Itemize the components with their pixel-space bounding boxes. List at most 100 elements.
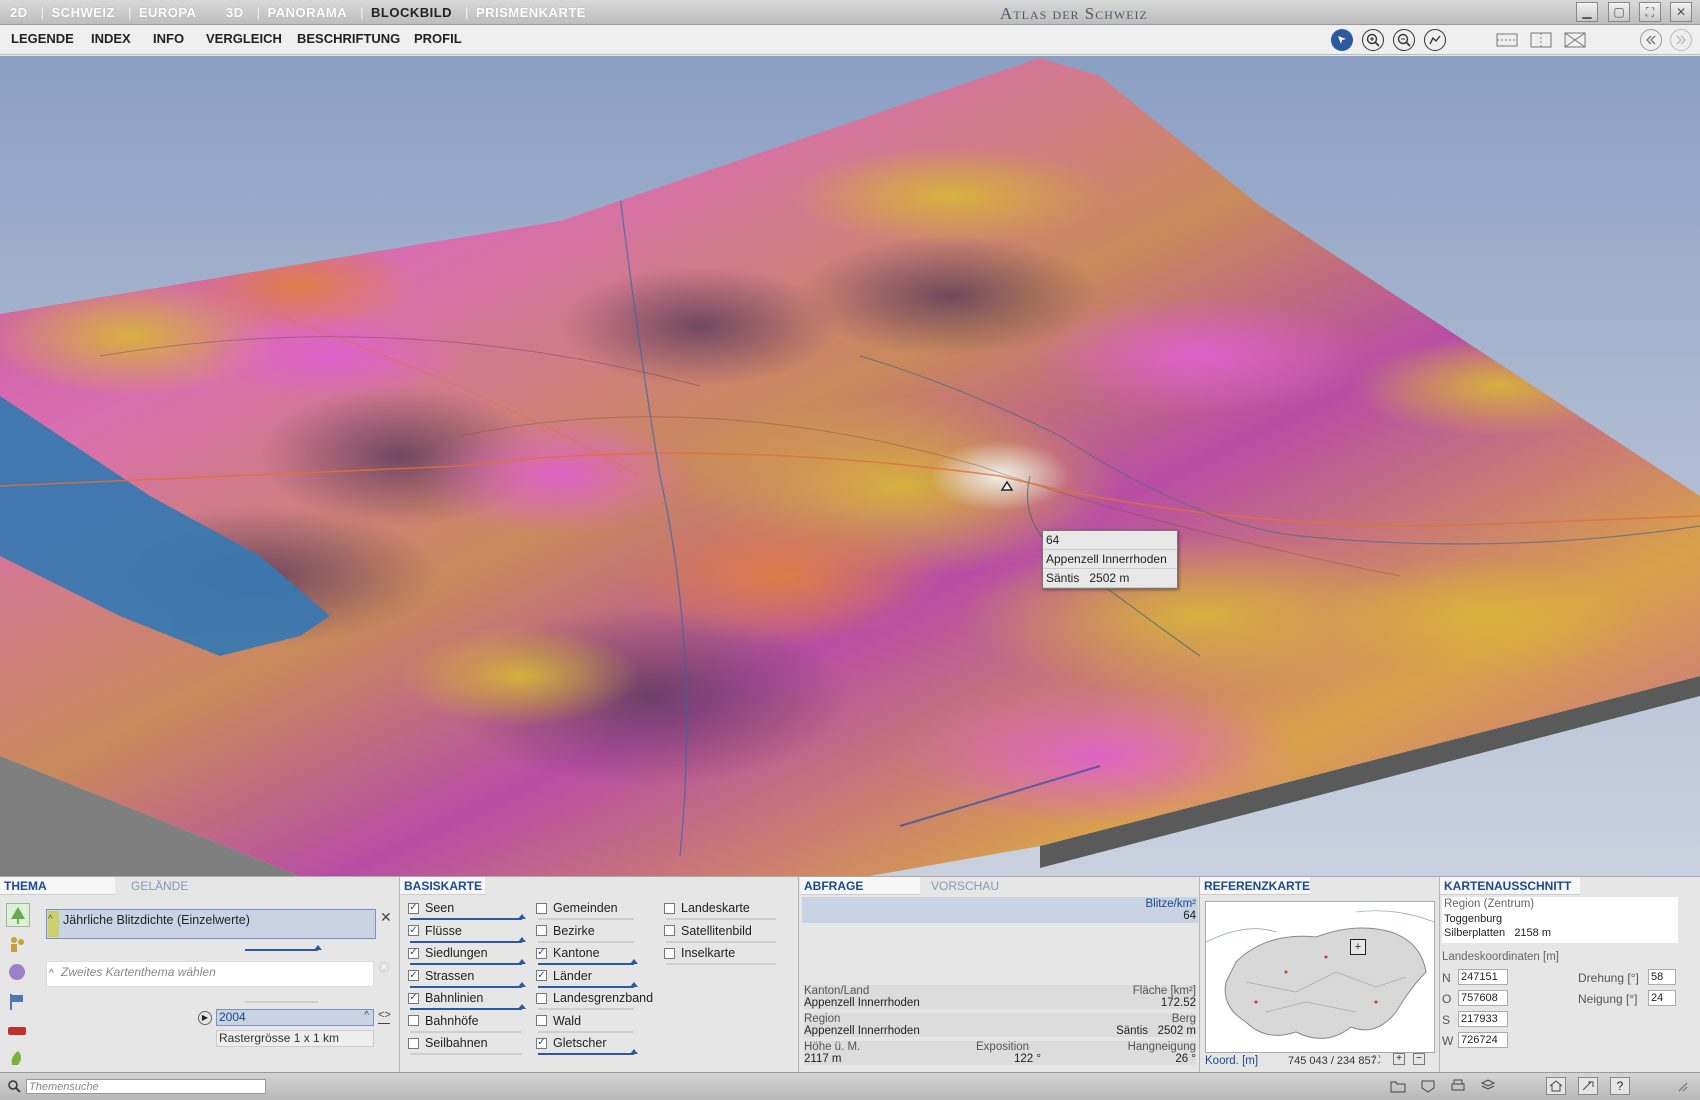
- layer-länder-checkbox[interactable]: ✓ Länder: [536, 969, 592, 983]
- map-extent-indicator[interactable]: +: [1350, 939, 1366, 955]
- layer-opacity-slider[interactable]: [410, 981, 526, 988]
- layer-seilbahnen-checkbox[interactable]: Seilbahnen: [408, 1036, 488, 1050]
- layer-opacity-slider[interactable]: [666, 940, 776, 943]
- layer-opacity-slider[interactable]: [410, 1030, 522, 1033]
- layer-kantone-checkbox[interactable]: ✓ Kantone: [536, 946, 600, 960]
- reference-map[interactable]: +: [1205, 901, 1435, 1053]
- maximize-button[interactable]: ⛶: [1639, 2, 1661, 22]
- society-category-icon[interactable]: [6, 933, 30, 957]
- zoom-in-button[interactable]: [1362, 29, 1384, 51]
- clear-secondary-button[interactable]: ✕: [378, 961, 390, 973]
- home-button[interactable]: [1546, 1077, 1566, 1095]
- layer-opacity-slider[interactable]: [410, 914, 526, 920]
- resize-grip-icon[interactable]: [1672, 1077, 1692, 1095]
- layer-satellitenbild-checkbox[interactable]: Satellitenbild: [664, 924, 752, 938]
- layout-vertical-button[interactable]: [1530, 29, 1552, 51]
- layer-seen-checkbox[interactable]: ✓ Seen: [408, 901, 454, 915]
- layer-landesgrenzband-checkbox[interactable]: Landesgrenzband: [536, 991, 653, 1005]
- tab-abfrage[interactable]: ABFRAGE: [804, 879, 863, 893]
- year-step-button[interactable]: <>: [378, 1009, 391, 1021]
- close-button[interactable]: ✕: [1670, 2, 1692, 22]
- layer-opacity-slider[interactable]: [538, 1049, 638, 1055]
- layer-opacity-slider[interactable]: [538, 1008, 634, 1010]
- view-3d-label[interactable]: 3D: [226, 5, 244, 20]
- menu-vergleich[interactable]: VERGLEICH: [206, 31, 282, 46]
- tab-thema[interactable]: THEMA: [4, 879, 47, 893]
- politics-category-icon[interactable]: [6, 991, 30, 1015]
- layer-gletscher-checkbox[interactable]: ✓ Gletscher: [536, 1036, 607, 1050]
- play-button[interactable]: ▶: [198, 1011, 212, 1025]
- drehung-input[interactable]: 58: [1648, 969, 1676, 985]
- block-diagram-view[interactable]: 64 Appenzell Innerrhoden Säntis 2502 m: [0, 56, 1700, 876]
- layer-opacity-slider[interactable]: [410, 1053, 522, 1055]
- view-europa-button[interactable]: EUROPA: [139, 5, 197, 20]
- layout-single-button[interactable]: [1564, 29, 1586, 51]
- help-button[interactable]: ?: [1610, 1077, 1630, 1095]
- energy-category-icon[interactable]: [6, 1047, 30, 1071]
- minimize-button[interactable]: ▁: [1576, 2, 1598, 22]
- layer-bahnhöfe-checkbox[interactable]: Bahnhöfe: [408, 1014, 479, 1028]
- view-prismenkarte-button[interactable]: PRISMENKARTE: [476, 5, 586, 20]
- export-button[interactable]: [1478, 1077, 1498, 1095]
- layer-inselkarte-checkbox[interactable]: Inselkarte: [664, 946, 735, 960]
- ref-zoom-in-button[interactable]: +: [1393, 1053, 1405, 1065]
- layer-opacity-slider[interactable]: [410, 1004, 526, 1010]
- s-input[interactable]: 217933: [1458, 1011, 1508, 1027]
- open-folder-button[interactable]: [1388, 1077, 1408, 1095]
- layer-wald-checkbox[interactable]: Wald: [536, 1014, 581, 1028]
- zoom-out-button[interactable]: [1393, 29, 1415, 51]
- layer-landeskarte-checkbox[interactable]: Landeskarte: [664, 901, 750, 915]
- layer-bezirke-checkbox[interactable]: Bezirke: [536, 924, 595, 938]
- view-blockbild-button[interactable]: BLOCKBILD: [371, 5, 452, 20]
- year-selector[interactable]: 2004 ^: [216, 1009, 374, 1026]
- layer-opacity-slider[interactable]: [538, 959, 638, 965]
- layer-opacity-slider[interactable]: [538, 940, 634, 943]
- layer-opacity-slider[interactable]: [538, 1030, 634, 1033]
- profile-tool-button[interactable]: [1424, 29, 1446, 51]
- menu-info[interactable]: INFO: [153, 31, 184, 46]
- settings-button[interactable]: [1578, 1077, 1598, 1095]
- primary-theme-field[interactable]: ^ Jährliche Blitzdichte (Einzelwerte): [46, 909, 376, 939]
- back-button[interactable]: [1640, 29, 1662, 51]
- layer-opacity-slider[interactable]: [666, 918, 776, 920]
- layout-horizontal-button[interactable]: [1496, 29, 1518, 51]
- o-input[interactable]: 757608: [1458, 990, 1508, 1006]
- layer-opacity-slider[interactable]: [410, 936, 526, 943]
- nature-category-icon[interactable]: [6, 903, 30, 927]
- themensuche-input[interactable]: Themensuche: [26, 1079, 266, 1094]
- layer-strassen-checkbox[interactable]: ✓ Strassen: [408, 969, 474, 983]
- layer-gemeinden-checkbox[interactable]: Gemeinden: [536, 901, 618, 915]
- collapse-toggle[interactable]: ^: [48, 911, 59, 937]
- tab-gelaende[interactable]: GELÄNDE: [131, 879, 188, 893]
- fit-extent-button[interactable]: ⛶: [1373, 1055, 1380, 1066]
- restore-button[interactable]: ▢: [1608, 2, 1630, 22]
- layer-siedlungen-checkbox[interactable]: ✓ Siedlungen: [408, 946, 488, 960]
- print-button[interactable]: [1448, 1077, 1468, 1095]
- menu-beschriftung[interactable]: BESCHRIFTUNG: [297, 31, 400, 46]
- layer-opacity-slider[interactable]: [538, 918, 634, 920]
- tab-vorschau[interactable]: VORSCHAU: [931, 879, 999, 893]
- view-panorama-button[interactable]: PANORAMA: [268, 5, 348, 20]
- forward-button[interactable]: [1670, 29, 1692, 51]
- secondary-theme-slider[interactable]: [245, 1001, 318, 1003]
- primary-theme-slider[interactable]: [245, 945, 322, 951]
- neigung-input[interactable]: 24: [1648, 990, 1676, 1006]
- secondary-theme-field[interactable]: Zweites Kartenthema wählen ^: [46, 961, 374, 987]
- menu-index[interactable]: INDEX: [91, 31, 131, 46]
- pointer-tool-button[interactable]: [1331, 29, 1353, 51]
- remove-theme-button[interactable]: ✕: [380, 909, 392, 926]
- bookmark-button[interactable]: [1418, 1077, 1438, 1095]
- traffic-category-icon[interactable]: [6, 1019, 30, 1043]
- layer-bahnlinien-checkbox[interactable]: ✓ Bahnlinien: [408, 991, 483, 1005]
- n-input[interactable]: 247151: [1458, 969, 1508, 985]
- view-schweiz-button[interactable]: SCHWEIZ: [52, 5, 115, 20]
- ref-zoom-out-button[interactable]: −: [1413, 1053, 1425, 1065]
- layer-opacity-slider[interactable]: [538, 981, 638, 988]
- layer-opacity-slider[interactable]: [666, 963, 776, 965]
- layer-opacity-slider[interactable]: [410, 959, 526, 965]
- economy-category-icon[interactable]: [6, 961, 30, 985]
- menu-profil[interactable]: PROFIL: [414, 31, 462, 46]
- layer-flüsse-checkbox[interactable]: ✓ Flüsse: [408, 924, 462, 938]
- w-input[interactable]: 726724: [1458, 1032, 1508, 1048]
- menu-legende[interactable]: LEGENDE: [11, 31, 74, 46]
